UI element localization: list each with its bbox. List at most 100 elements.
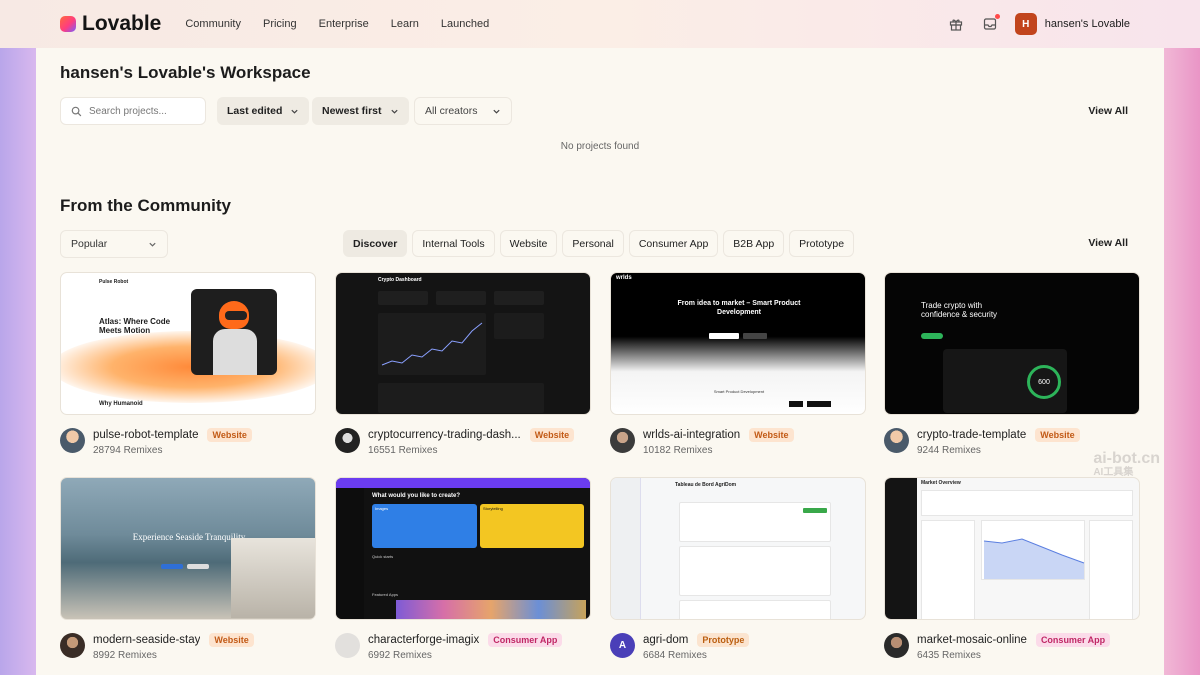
user-avatar: H [1014, 13, 1037, 35]
nav-learn[interactable]: Learn [391, 18, 419, 30]
watermark-line1: ai-bot.cn [1093, 450, 1160, 467]
chevron-down-icon [493, 109, 500, 114]
project-card[interactable]: Experience Seaside Tranquility modern-se… [60, 477, 316, 661]
community-view-all-link[interactable]: View All [1088, 237, 1128, 249]
thumb-brand: Pulse Robot [99, 279, 129, 285]
remix-count: 8992 Remixes [93, 650, 157, 661]
sort-label: Last edited [227, 105, 283, 117]
tab-consumer-app[interactable]: Consumer App [628, 230, 719, 257]
main-nav: Community Pricing Enterprise Learn Launc… [185, 18, 489, 30]
project-thumbnail: Tableau de Bord AgriDom [610, 477, 866, 620]
creators-label: All creators [425, 105, 478, 117]
project-thumbnail: Experience Seaside Tranquility [60, 477, 316, 620]
category-tabs: Discover Internal Tools Website Personal… [343, 230, 855, 257]
project-thumbnail: What would you like to create? Images St… [335, 477, 591, 620]
tab-internal-tools[interactable]: Internal Tools [412, 230, 495, 257]
project-thumbnail: Pulse Robot Atlas: Where Code Meets Moti… [60, 272, 316, 415]
chevron-down-icon [291, 109, 299, 114]
brand-name: Lovable [82, 12, 162, 35]
sort-dropdown[interactable]: Last edited [217, 97, 310, 125]
creator-avatar [60, 428, 85, 453]
project-card[interactable]: wrlds From idea to market – Smart Produc… [610, 272, 866, 456]
nav-launched[interactable]: Launched [441, 18, 489, 30]
thumb-title: Market Overview [921, 480, 961, 486]
project-card[interactable]: Pulse Robot Atlas: Where Code Meets Moti… [60, 272, 316, 456]
robot-image [191, 289, 277, 375]
project-card[interactable]: Trade crypto with confidence & security … [884, 272, 1140, 456]
project-name: crypto-trade-template [917, 429, 1027, 441]
project-thumbnail: Market Overview [884, 477, 1140, 620]
thumb-sub: Smart Product Development [713, 389, 765, 394]
thumb-title: Crypto Dashboard [378, 277, 422, 283]
popular-label: Popular [71, 238, 108, 250]
thumb-s2: Featured Apps [372, 592, 399, 597]
top-navbar: Lovable Community Pricing Enterprise Lea… [0, 0, 1200, 48]
popular-filter-dropdown[interactable]: Popular [60, 230, 168, 258]
remix-count: 6992 Remixes [368, 650, 432, 661]
tab-personal[interactable]: Personal [562, 230, 624, 257]
workspace-title: hansen's Lovable's Workspace [60, 63, 311, 82]
project-thumbnail: Crypto Dashboard [335, 272, 591, 415]
remix-count: 6435 Remixes [917, 650, 981, 661]
thumb-question: What would you like to create? [372, 493, 461, 499]
remix-count: 9244 Remixes [917, 445, 981, 456]
creator-avatar [335, 633, 360, 658]
thumb-headline: From idea to market – Smart Product Deve… [677, 300, 801, 316]
project-name: market-mosaic-online [917, 634, 1027, 646]
creator-avatar: A [610, 633, 635, 658]
creator-avatar [60, 633, 85, 658]
user-name: hansen's Lovable [1044, 18, 1130, 30]
chevron-down-icon [149, 242, 156, 247]
gift-icon[interactable] [947, 15, 965, 33]
brand-logo[interactable]: Lovable [60, 12, 161, 36]
project-card[interactable]: Crypto Dashboard cryptocurrency-trading-… [335, 272, 591, 456]
project-thumbnail: Trade crypto with confidence & security … [884, 272, 1140, 415]
thumb-s1: Quick starts [372, 554, 394, 559]
tab-website[interactable]: Website [499, 230, 558, 257]
project-name: characterforge-imagix [368, 634, 480, 646]
project-name: cryptocurrency-trading-dash... [368, 429, 521, 441]
project-name: wrlds-ai-integration [643, 429, 741, 441]
search-projects-input[interactable]: Search projects... [60, 97, 206, 125]
project-card[interactable]: Market Overview market-mosaic-online Con… [884, 477, 1140, 661]
project-card[interactable]: Tableau de Bord AgriDom A agri-dom Proto… [610, 477, 866, 661]
project-name: pulse-robot-template [93, 429, 199, 441]
remix-count: 16551 Remixes [368, 445, 438, 456]
tab-discover[interactable]: Discover [343, 230, 408, 257]
category-badge: Website [749, 428, 794, 442]
nav-enterprise[interactable]: Enterprise [319, 18, 369, 30]
order-dropdown[interactable]: Newest first [312, 97, 409, 125]
project-name: modern-seaside-stay [93, 634, 201, 646]
nav-pricing[interactable]: Pricing [263, 18, 297, 30]
watermark-line2: AI工具集 [1093, 467, 1134, 478]
category-badge: Website [1035, 428, 1080, 442]
remix-count: 6684 Remixes [643, 650, 707, 661]
creator-avatar [884, 633, 909, 658]
thumb-headline: Trade crypto with confidence & security [921, 301, 998, 319]
category-badge: Website [209, 633, 254, 647]
tab-prototype[interactable]: Prototype [789, 230, 855, 257]
creator-avatar [610, 428, 635, 453]
lovable-logo-icon [60, 16, 76, 32]
creator-avatar [884, 428, 909, 453]
top-right-actions: H hansen's Lovable [947, 13, 1130, 35]
workspace-view-all-link[interactable]: View All [1088, 105, 1128, 117]
nav-community[interactable]: Community [185, 18, 241, 30]
price-chart [378, 313, 486, 375]
search-icon [71, 106, 82, 116]
chevron-down-icon [390, 109, 398, 114]
project-card[interactable]: What would you like to create? Images St… [335, 477, 591, 661]
inbox-icon[interactable] [981, 14, 1000, 33]
creators-dropdown[interactable]: All creators [414, 97, 512, 125]
community-title: From the Community [60, 196, 231, 215]
search-placeholder: Search projects... [89, 105, 167, 117]
project-thumbnail: wrlds From idea to market – Smart Produc… [610, 272, 866, 415]
tab-b2b-app[interactable]: B2B App [723, 230, 785, 257]
notification-dot [994, 14, 1000, 19]
watermark: ai-bot.cn AI工具集 [1093, 450, 1160, 480]
project-name: agri-dom [643, 634, 689, 646]
user-menu[interactable]: H hansen's Lovable [1014, 13, 1130, 35]
thumb-headline: Atlas: Where Code Meets Motion [99, 317, 171, 335]
order-label: Newest first [322, 105, 382, 117]
thumb-logo: wrlds [616, 275, 632, 281]
